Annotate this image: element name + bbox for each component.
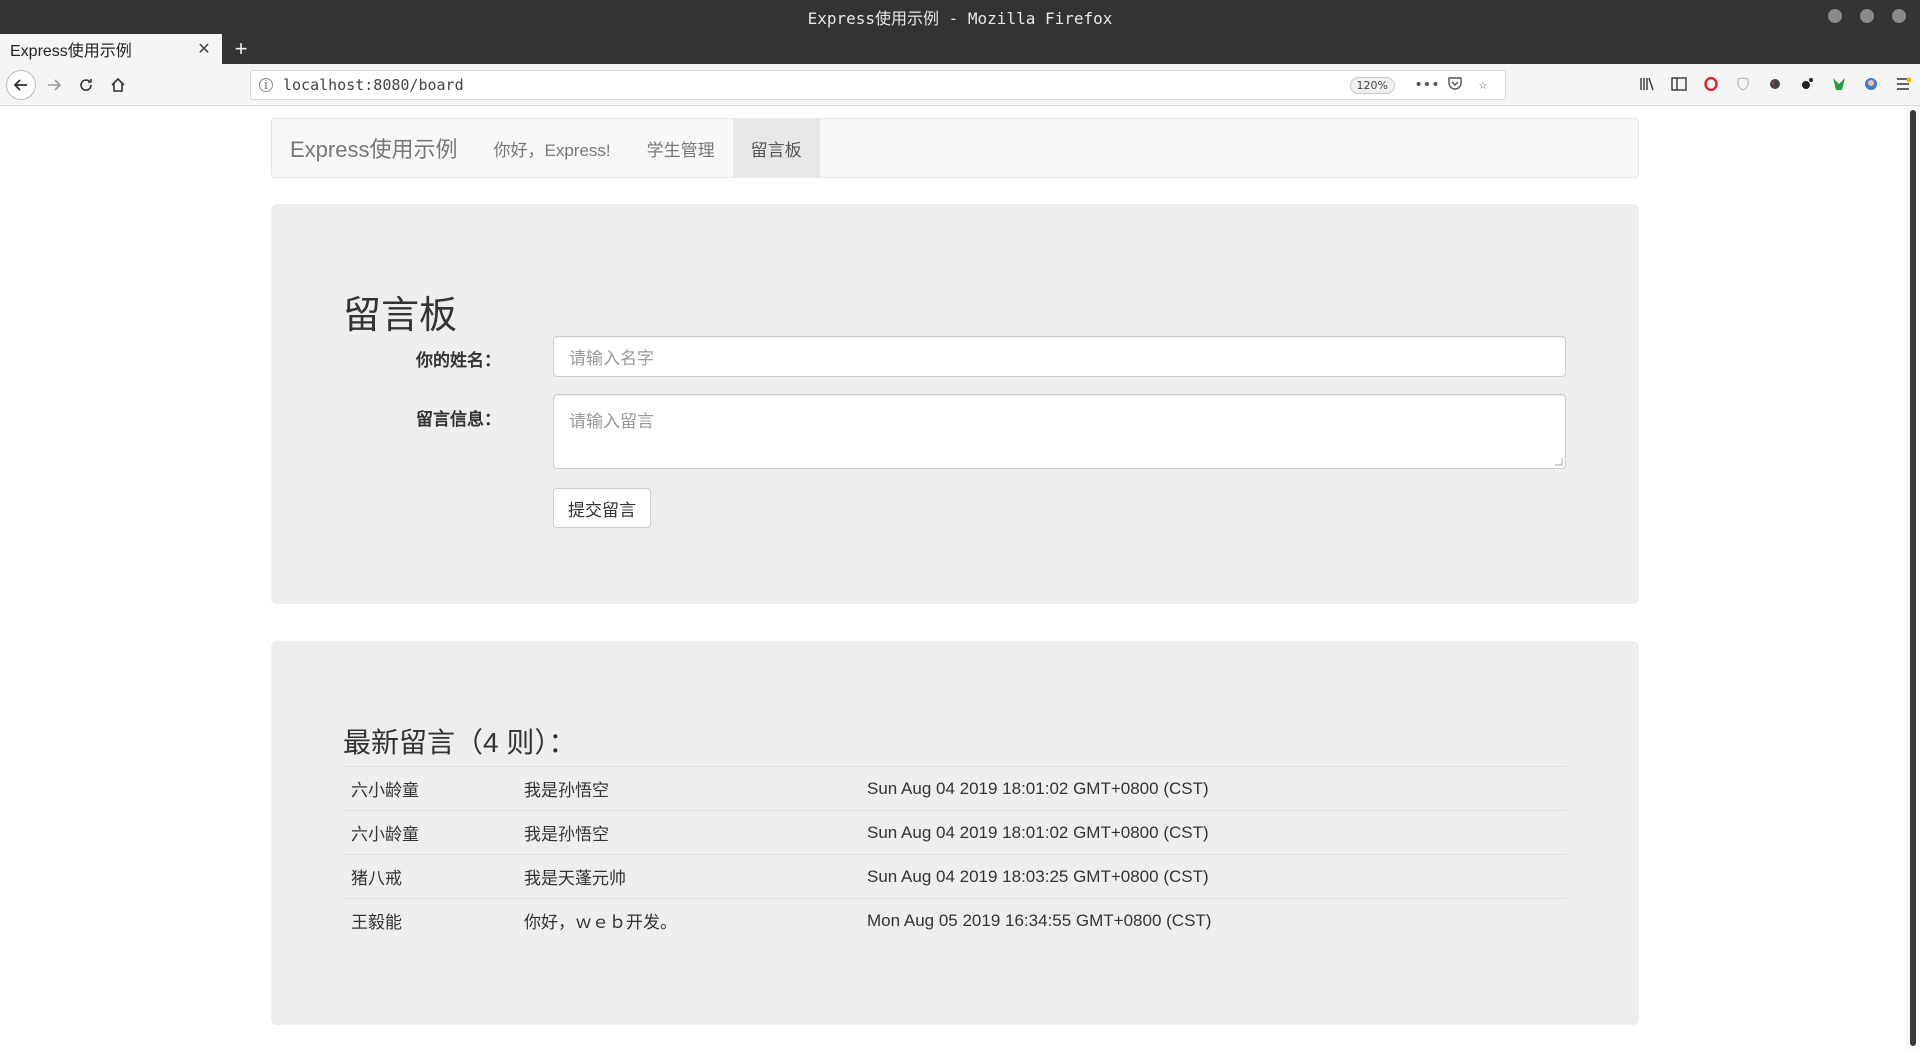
- messages-title: 最新留言（4 则）：: [343, 727, 577, 758]
- message-author: 六小龄童: [343, 766, 516, 811]
- back-button[interactable]: [6, 70, 36, 100]
- site-navbar: Express使用示例 你好，Express! 学生管理 留言板: [271, 118, 1639, 178]
- new-tab-button[interactable]: +: [222, 34, 260, 64]
- url-text[interactable]: localhost:8080/board: [283, 76, 1350, 94]
- address-bar[interactable]: i localhost:8080/board 120% ••• ☆: [250, 70, 1506, 100]
- sidebar-icon[interactable]: [1668, 72, 1690, 96]
- tab-title: Express使用示例: [10, 43, 132, 60]
- close-icon[interactable]: ✕: [196, 39, 212, 59]
- leaf-extension-icon[interactable]: [1828, 72, 1850, 96]
- brand-link[interactable]: Express使用示例: [272, 119, 475, 177]
- table-row: 六小龄童 我是孙悟空 Sun Aug 04 2019 18:01:02 GMT+…: [343, 766, 1566, 811]
- messages-table: 六小龄童 我是孙悟空 Sun Aug 04 2019 18:01:02 GMT+…: [343, 766, 1566, 943]
- submit-message-button[interactable]: 提交留言: [553, 488, 651, 528]
- table-row: 六小龄童 我是孙悟空 Sun Aug 04 2019 18:01:02 GMT+…: [343, 810, 1566, 855]
- message-time: Sun Aug 04 2019 18:01:02 GMT+0800 (CST): [859, 810, 1566, 855]
- window-titlebar: Express使用示例 - Mozilla Firefox: [0, 0, 1920, 34]
- minimize-button[interactable]: [1828, 9, 1842, 23]
- message-label: 留言信息：: [416, 410, 501, 429]
- window-title: Express使用示例 - Mozilla Firefox: [807, 9, 1113, 28]
- nav-link-students[interactable]: 学生管理: [629, 119, 733, 177]
- elephant-extension-icon[interactable]: [1764, 72, 1786, 96]
- info-icon[interactable]: i: [259, 78, 273, 93]
- forward-button[interactable]: [40, 71, 68, 99]
- message-time: Sun Aug 04 2019 18:03:25 GMT+0800 (CST): [859, 854, 1566, 899]
- shield-extension-icon[interactable]: [1732, 72, 1754, 96]
- table-row: 猪八戒 我是天蓬元帅 Sun Aug 04 2019 18:03:25 GMT+…: [343, 854, 1566, 899]
- message-author: 猪八戒: [343, 854, 516, 899]
- bookmark-star-icon[interactable]: ☆: [1469, 77, 1497, 93]
- window-controls: [1828, 9, 1906, 23]
- message-content: 你好，ｗｅｂ开发。: [516, 898, 859, 943]
- arrow-left-icon: [13, 79, 27, 91]
- browser-toolbar: i localhost:8080/board 120% ••• ☆: [0, 64, 1920, 106]
- message-content: 我是孙悟空: [516, 810, 859, 855]
- message-author: 王毅能: [343, 898, 516, 943]
- tab-bar: Express使用示例 ✕ +: [0, 34, 1920, 64]
- message-placeholder: 请输入留言: [569, 412, 654, 431]
- page-actions-icon[interactable]: •••: [1413, 77, 1441, 93]
- reload-button[interactable]: [72, 71, 100, 99]
- board-form-panel: 留言板 你的姓名： 请输入名字 留言信息： 请输入留言 提交留言: [271, 204, 1639, 604]
- table-row: 王毅能 你好，ｗｅｂ开发。 Mon Aug 05 2019 16:34:55 G…: [343, 898, 1566, 943]
- maximize-button[interactable]: [1860, 9, 1874, 23]
- resize-handle-icon[interactable]: [1555, 458, 1563, 466]
- message-time: Mon Aug 05 2019 16:34:55 GMT+0800 (CST): [859, 898, 1566, 943]
- messages-panel: 最新留言（4 则）： 六小龄童 我是孙悟空 Sun Aug 04 2019 18…: [271, 641, 1639, 1025]
- pocket-icon[interactable]: [1441, 76, 1469, 94]
- board-title: 留言板: [343, 295, 458, 337]
- opera-extension-icon[interactable]: [1700, 72, 1722, 96]
- home-button[interactable]: [104, 71, 132, 99]
- arrow-right-icon: [48, 79, 62, 91]
- page-scrollbar[interactable]: [1906, 106, 1920, 1052]
- browser-tab[interactable]: Express使用示例 ✕: [0, 34, 222, 64]
- nav-link-hello[interactable]: 你好，Express!: [475, 119, 628, 177]
- message-author: 六小龄童: [343, 810, 516, 855]
- close-window-button[interactable]: [1892, 9, 1906, 23]
- menu-icon[interactable]: [1892, 72, 1914, 96]
- message-textarea[interactable]: 请输入留言: [553, 394, 1566, 469]
- library-icon[interactable]: [1636, 72, 1658, 96]
- name-input[interactable]: 请输入名字: [553, 336, 1566, 377]
- message-content: 我是孙悟空: [516, 766, 859, 811]
- page-content: Express使用示例 你好，Express! 学生管理 留言板 留言板 你的姓…: [0, 106, 1906, 1052]
- nav-link-board[interactable]: 留言板: [732, 119, 820, 177]
- message-content: 我是天蓬元帅: [516, 854, 859, 899]
- toolbar-icons: [1636, 72, 1920, 96]
- zoom-level-badge[interactable]: 120%: [1349, 76, 1395, 94]
- home-icon: [111, 77, 125, 92]
- avatar-extension-icon[interactable]: [1860, 72, 1882, 96]
- name-label: 你的姓名：: [416, 351, 501, 370]
- scrollbar-thumb[interactable]: [1910, 110, 1916, 1046]
- message-time: Sun Aug 04 2019 18:01:02 GMT+0800 (CST): [859, 766, 1566, 811]
- reload-icon: [80, 79, 92, 91]
- gnome-extension-icon[interactable]: [1796, 72, 1818, 96]
